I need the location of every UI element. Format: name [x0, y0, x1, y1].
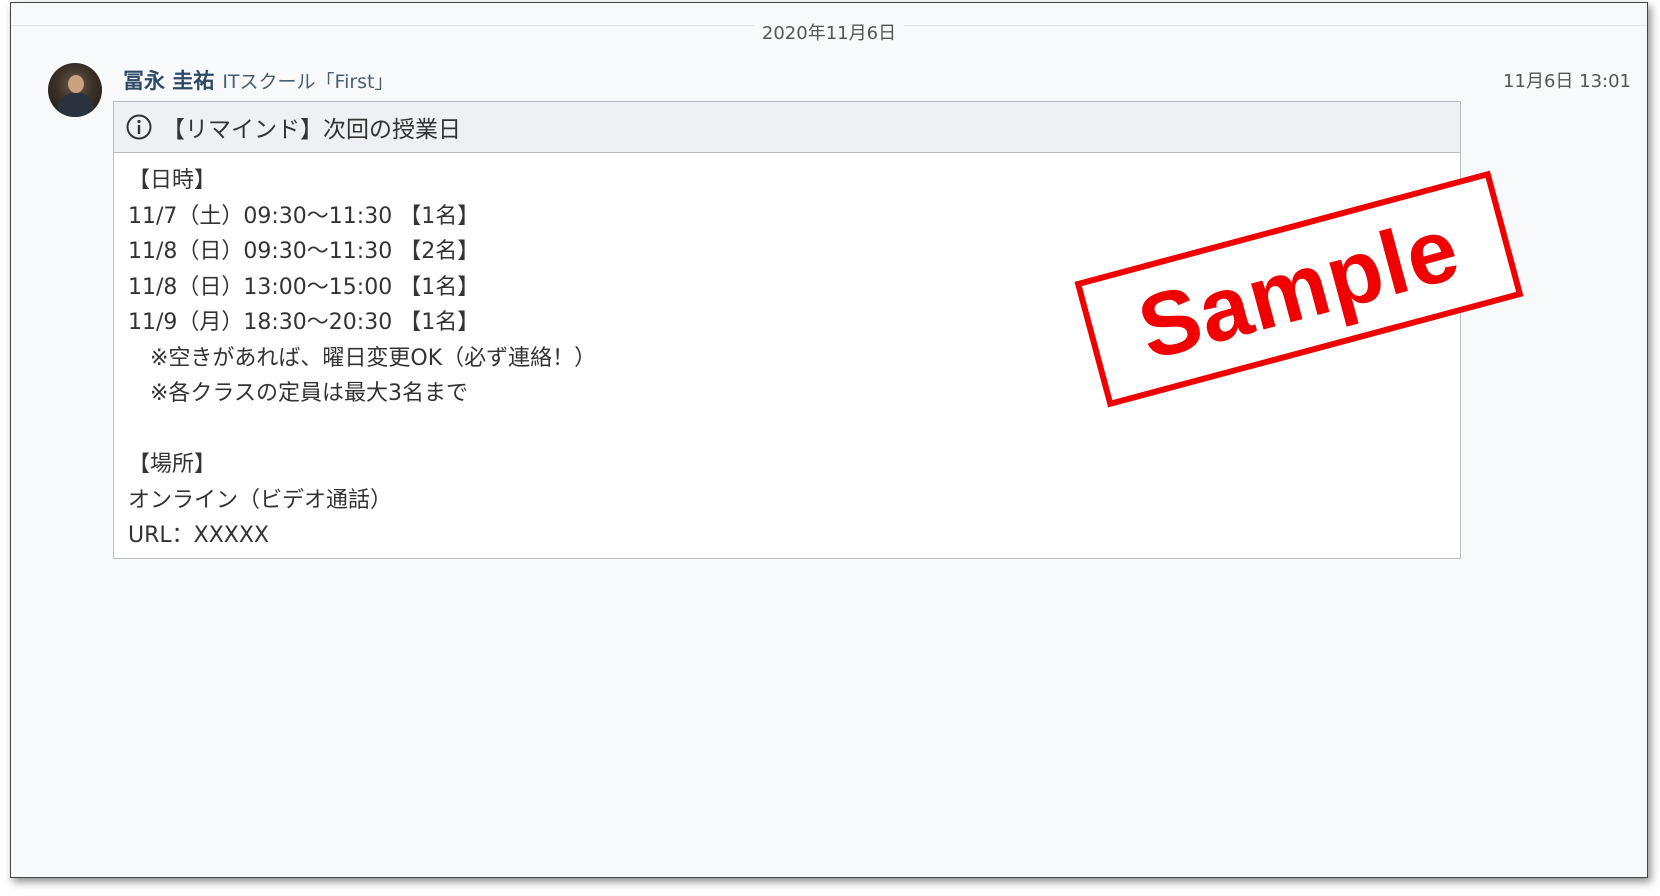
- card-line: 11/7（土）09:30～11:30 【1名】: [128, 203, 480, 229]
- card-line: URL：XXXXX: [128, 523, 270, 548]
- card-line: ※各クラスの定員は最大3名まで: [128, 381, 468, 406]
- message-timestamp: 11月6日 13:01: [1503, 71, 1631, 92]
- chat-window: 2020年11月6日 冨永 圭祐 ITスクール「First」 11月6日 13:0…: [10, 2, 1648, 878]
- info-icon: [126, 114, 152, 140]
- card-line: 【場所】: [128, 452, 217, 477]
- card-line: 【日時】: [128, 168, 217, 193]
- author-organization: ITスクール「First」: [222, 71, 394, 93]
- avatar[interactable]: [48, 63, 102, 117]
- author-name[interactable]: 冨永 圭祐: [123, 69, 214, 93]
- message-header: 冨永 圭祐 ITスクール「First」: [123, 65, 394, 95]
- card-title: 【リマインド】次回の授業日: [162, 117, 461, 143]
- card-line: オンライン（ビデオ通話）: [128, 487, 393, 513]
- card-line: [128, 412, 1446, 448]
- date-divider: 2020年11月6日: [11, 19, 1647, 45]
- card-header: 【リマインド】次回の授業日: [114, 102, 1460, 153]
